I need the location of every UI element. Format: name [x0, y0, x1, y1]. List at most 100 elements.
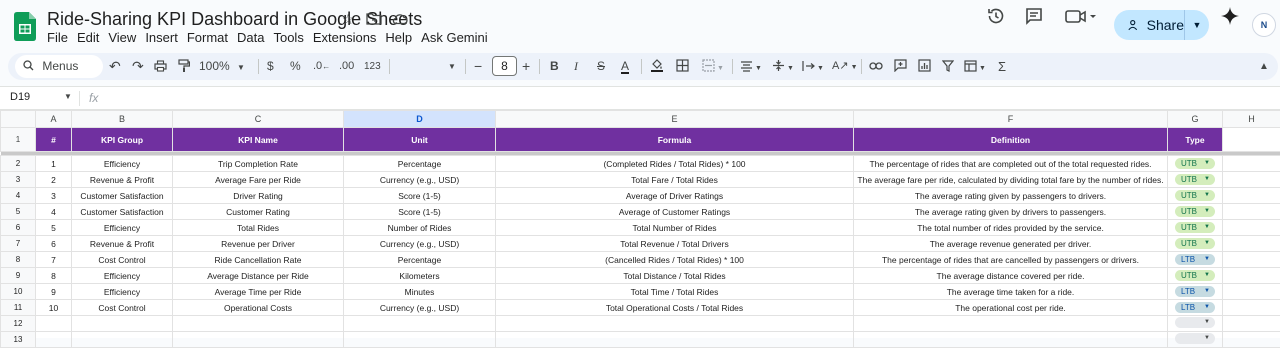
cell-definition[interactable]: The average rating given by passengers t…: [854, 188, 1168, 204]
cell-kpi-name[interactable]: Ride Cancellation Rate: [173, 252, 344, 268]
cell-number[interactable]: 8: [36, 268, 72, 284]
cell-definition[interactable]: The average distance covered per ride.: [854, 268, 1168, 284]
menu-insert[interactable]: Insert: [145, 30, 187, 45]
cell-unit[interactable]: Percentage: [344, 252, 496, 268]
row-number[interactable]: 4: [1, 188, 36, 204]
header-cell-type[interactable]: Type: [1168, 128, 1223, 152]
menu-view[interactable]: View: [108, 30, 145, 45]
empty-cell[interactable]: [1223, 252, 1280, 268]
cell-kpi-name[interactable]: Average Time per Ride: [173, 284, 344, 300]
cell-definition[interactable]: The average time taken for a ride.: [854, 284, 1168, 300]
empty-cell[interactable]: [1223, 220, 1280, 236]
meet-icon[interactable]: [1064, 6, 1098, 28]
empty-cell[interactable]: [1223, 332, 1280, 348]
header-cell-number[interactable]: #: [36, 128, 72, 152]
percent-format-button[interactable]: %: [290, 53, 301, 80]
zoom-select[interactable]: 100% ▼: [199, 53, 245, 80]
column-header-g[interactable]: G: [1168, 111, 1223, 128]
fill-color-icon[interactable]: [650, 53, 664, 80]
italic-icon[interactable]: I: [574, 53, 578, 80]
cell-type[interactable]: LTB▼: [1168, 284, 1223, 300]
cell-kpi-name[interactable]: Operational Costs: [173, 300, 344, 316]
empty-cell[interactable]: [173, 332, 344, 348]
column-header-b[interactable]: B: [72, 111, 173, 128]
empty-cell[interactable]: [1223, 204, 1280, 220]
row-number[interactable]: 8: [1, 252, 36, 268]
font-family-dropdown-icon[interactable]: ▼: [448, 53, 456, 80]
empty-cell[interactable]: [1223, 236, 1280, 252]
cell-number[interactable]: 9: [36, 284, 72, 300]
font-size-increase-icon[interactable]: +: [522, 53, 530, 80]
menu-data[interactable]: Data: [237, 30, 273, 45]
cell-unit[interactable]: Number of Rides: [344, 220, 496, 236]
empty-cell[interactable]: [1223, 316, 1280, 332]
cell-type[interactable]: UTB▼: [1168, 220, 1223, 236]
cell-kpi-name[interactable]: Total Rides: [173, 220, 344, 236]
cell-number[interactable]: 7: [36, 252, 72, 268]
cell-definition[interactable]: The operational cost per ride.: [854, 300, 1168, 316]
type-dropdown-chip[interactable]: LTB▼: [1175, 302, 1215, 313]
filter-icon[interactable]: [942, 53, 954, 80]
cell-type[interactable]: UTB▼: [1168, 268, 1223, 284]
cell-number[interactable]: 10: [36, 300, 72, 316]
cell-kpi-name[interactable]: Customer Rating: [173, 204, 344, 220]
increase-decimal-button[interactable]: .00: [339, 53, 354, 80]
cell-unit[interactable]: Score (1-5): [344, 188, 496, 204]
cell-kpi-group[interactable]: Revenue & Profit: [72, 172, 173, 188]
currency-format-button[interactable]: $: [267, 53, 274, 80]
move-folder-icon[interactable]: [366, 11, 382, 27]
horizontal-align-icon[interactable]: ▼: [740, 53, 762, 80]
cell-formula[interactable]: Total Distance / Total Rides: [496, 268, 854, 284]
empty-cell[interactable]: [344, 316, 496, 332]
row-number[interactable]: 1: [1, 128, 36, 152]
row-number[interactable]: 13: [1, 332, 36, 348]
cell-type[interactable]: LTB▼: [1168, 300, 1223, 316]
type-dropdown-chip[interactable]: LTB▼: [1175, 286, 1215, 297]
gemini-icon[interactable]: [1219, 6, 1241, 28]
bold-icon[interactable]: B: [550, 53, 559, 80]
decrease-decimal-button[interactable]: .0←: [313, 53, 330, 80]
cell-definition[interactable]: The average fare per ride, calculated by…: [854, 172, 1168, 188]
type-dropdown-chip[interactable]: UTB▼: [1175, 174, 1215, 185]
cell-definition[interactable]: The average rating given by drivers to p…: [854, 204, 1168, 220]
vertical-align-icon[interactable]: ▼: [772, 53, 794, 80]
functions-icon[interactable]: Σ: [998, 53, 1006, 80]
cell-kpi-group[interactable]: Efficiency: [72, 220, 173, 236]
cell-definition[interactable]: The percentage of rides that are cancell…: [854, 252, 1168, 268]
cell-number[interactable]: 2: [36, 172, 72, 188]
cell-formula[interactable]: Total Revenue / Total Drivers: [496, 236, 854, 252]
menu-edit[interactable]: Edit: [77, 30, 108, 45]
cell-formula[interactable]: Total Fare / Total Rides: [496, 172, 854, 188]
star-icon[interactable]: ☆: [340, 11, 356, 27]
menu-file[interactable]: File: [47, 30, 77, 45]
cell-kpi-group[interactable]: Efficiency: [72, 156, 173, 172]
font-size-input[interactable]: 8: [492, 56, 517, 76]
row-number[interactable]: 10: [1, 284, 36, 300]
cell-type[interactable]: ▼: [1168, 332, 1223, 348]
cell-type[interactable]: UTB▼: [1168, 204, 1223, 220]
row-number[interactable]: 2: [1, 156, 36, 172]
cell-kpi-group[interactable]: Revenue & Profit: [72, 236, 173, 252]
share-dropdown-icon[interactable]: ▼: [1184, 10, 1209, 40]
cell-unit[interactable]: Percentage: [344, 156, 496, 172]
cell-definition[interactable]: The percentage of rides that are complet…: [854, 156, 1168, 172]
row-number[interactable]: 7: [1, 236, 36, 252]
cell-kpi-group[interactable]: Cost Control: [72, 300, 173, 316]
cell-kpi-name[interactable]: Average Distance per Ride: [173, 268, 344, 284]
text-rotation-icon[interactable]: A↗▼: [832, 53, 858, 80]
insert-link-icon[interactable]: [869, 53, 883, 80]
column-header-d[interactable]: D: [344, 111, 496, 128]
row-number[interactable]: 5: [1, 204, 36, 220]
empty-cell[interactable]: [1223, 172, 1280, 188]
cell-kpi-group[interactable]: Cost Control: [72, 252, 173, 268]
merge-cells-icon[interactable]: ▼: [702, 53, 724, 80]
header-cell-formula[interactable]: Formula: [496, 128, 854, 152]
menu-tools[interactable]: Tools: [273, 30, 312, 45]
row-number[interactable]: 9: [1, 268, 36, 284]
cell-formula[interactable]: Total Time / Total Rides: [496, 284, 854, 300]
header-cell-kpi-name[interactable]: KPI Name: [173, 128, 344, 152]
cell-kpi-group[interactable]: Efficiency: [72, 268, 173, 284]
cell-formula[interactable]: Total Operational Costs / Total Rides: [496, 300, 854, 316]
cell-type[interactable]: UTB▼: [1168, 172, 1223, 188]
borders-icon[interactable]: [676, 53, 689, 80]
